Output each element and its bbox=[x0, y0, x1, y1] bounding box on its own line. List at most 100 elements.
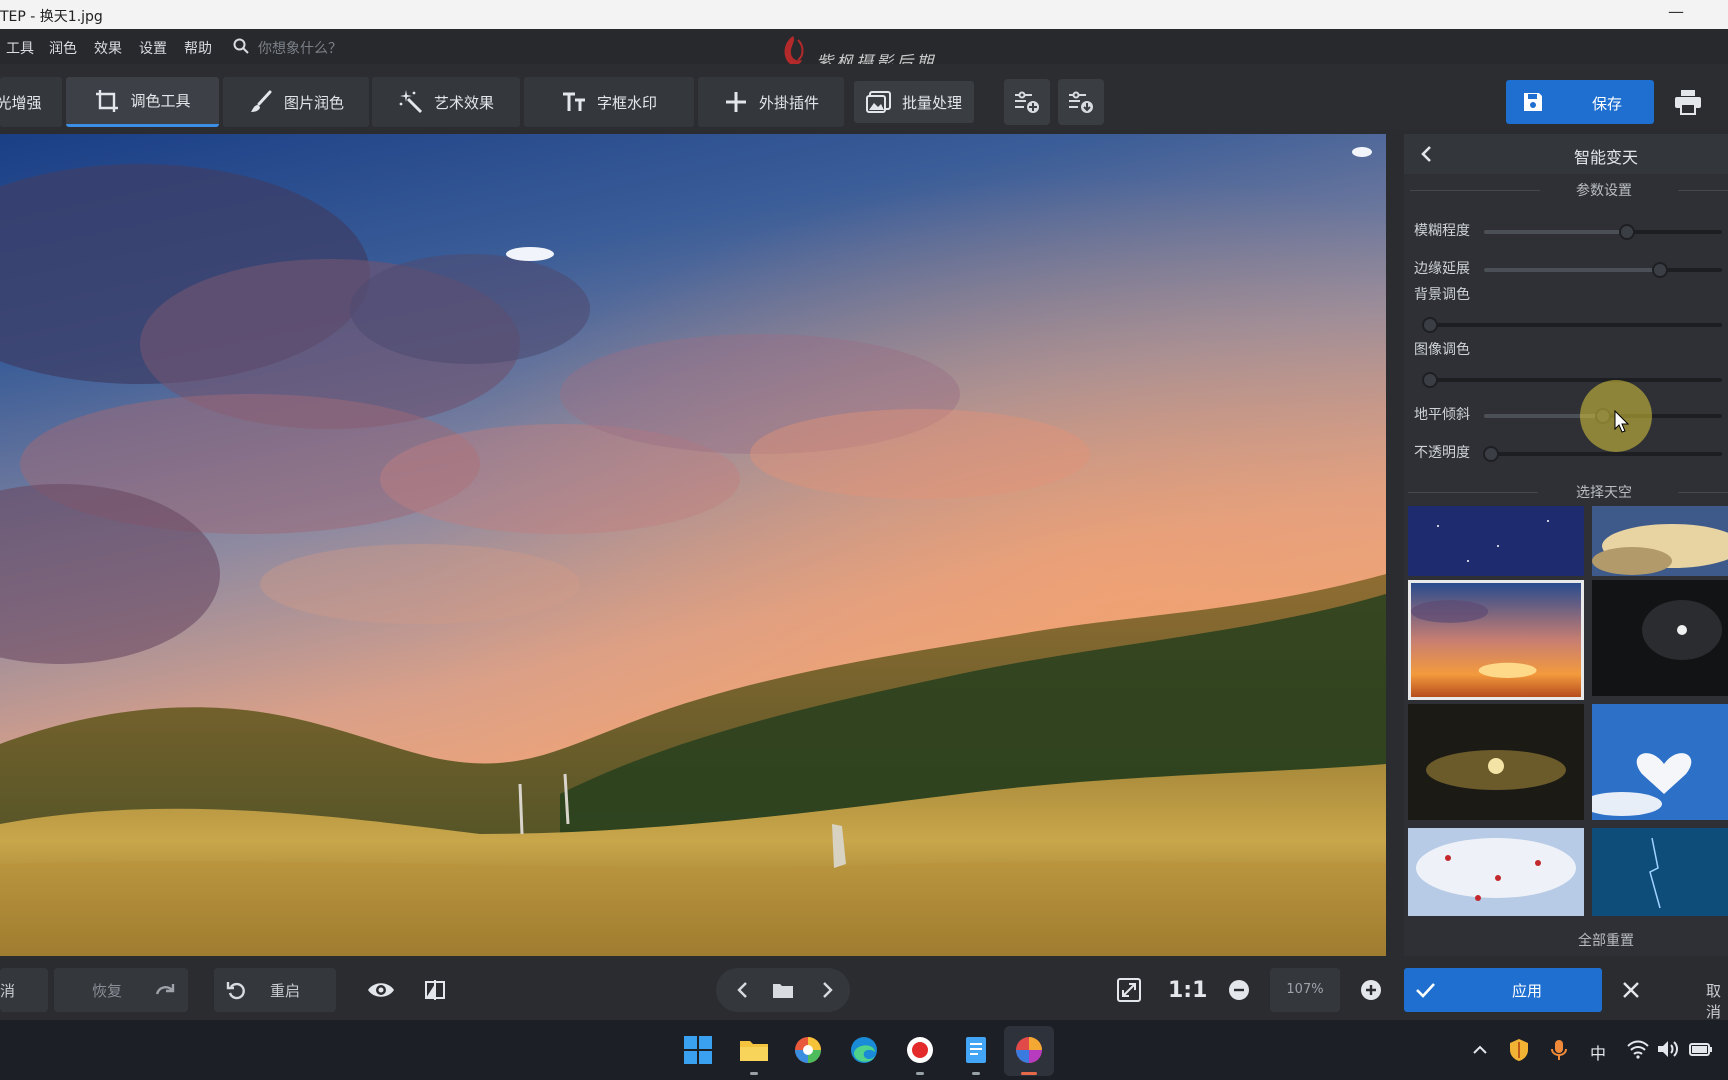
cancel-label: 取消 bbox=[1706, 982, 1722, 1021]
minimize-button[interactable]: — bbox=[1668, 2, 1684, 21]
windows-start-icon[interactable] bbox=[682, 1034, 714, 1066]
wifi-icon[interactable] bbox=[1626, 1038, 1650, 1060]
print-button[interactable] bbox=[1666, 82, 1710, 122]
fit-screen-button[interactable] bbox=[1114, 968, 1144, 1012]
sky-thumbnail-heart-cloud[interactable] bbox=[1592, 704, 1728, 820]
sky-thumbnail-lightning[interactable] bbox=[1592, 828, 1728, 916]
sky-thumbnail-starry[interactable] bbox=[1408, 506, 1584, 576]
brush-icon bbox=[250, 90, 272, 112]
slider-handle[interactable] bbox=[1422, 317, 1438, 333]
sky-thumbnail-sunset[interactable] bbox=[1408, 580, 1584, 700]
slider-label: 图像调色 bbox=[1414, 342, 1470, 358]
zoom-level-field[interactable]: 107% bbox=[1270, 968, 1340, 1012]
slider-handle[interactable] bbox=[1652, 262, 1669, 278]
plus-icon bbox=[725, 92, 746, 112]
screen-recorder-icon[interactable] bbox=[904, 1034, 936, 1066]
menu-tools[interactable]: 工具 bbox=[6, 38, 34, 58]
os-taskbar: 中 bbox=[0, 1020, 1728, 1080]
slider-label: 背景调色 bbox=[1414, 287, 1470, 303]
blur-slider[interactable] bbox=[1484, 224, 1722, 240]
preset-download-icon bbox=[1069, 91, 1093, 113]
preset-add-icon bbox=[1015, 91, 1039, 113]
volume-icon[interactable] bbox=[1656, 1038, 1680, 1060]
color-app-icon[interactable] bbox=[792, 1034, 824, 1066]
photo-canvas[interactable] bbox=[0, 134, 1386, 956]
image-tone-slider[interactable] bbox=[1422, 372, 1722, 388]
security-shield-icon[interactable] bbox=[1508, 1038, 1530, 1062]
edge-browser-icon[interactable] bbox=[848, 1034, 880, 1066]
tab-art-effects[interactable]: 艺术效果 bbox=[372, 77, 520, 127]
opacity-slider[interactable] bbox=[1483, 446, 1722, 462]
tab-batch[interactable]: 批量处理 bbox=[854, 81, 974, 123]
background-tone-slider[interactable] bbox=[1422, 317, 1722, 333]
floppy-disk-icon bbox=[1524, 93, 1542, 111]
undo-label: 消 bbox=[0, 982, 16, 1000]
landscape-photo bbox=[0, 134, 1386, 956]
main-toolbar: 光增强 调色工具 图片润色 艺术效果 字框水印 外掛插件 批量处理 保存 bbox=[0, 64, 1728, 130]
battery-icon[interactable] bbox=[1688, 1038, 1714, 1060]
ime-indicator[interactable]: 中 bbox=[1590, 1040, 1606, 1064]
images-icon bbox=[865, 91, 891, 113]
starry-sky-image bbox=[1408, 506, 1584, 576]
sky-thumbnail-balloons[interactable] bbox=[1408, 828, 1584, 916]
tab-plugins-label: 外掛插件 bbox=[758, 93, 819, 112]
chevron-up-icon[interactable] bbox=[1470, 1040, 1490, 1060]
slider-handle[interactable] bbox=[1483, 446, 1500, 462]
file-navigator bbox=[716, 968, 850, 1012]
redo-button[interactable]: 恢复 bbox=[54, 968, 188, 1012]
undo-button[interactable]: 消 bbox=[0, 968, 48, 1012]
compare-button[interactable] bbox=[420, 968, 452, 1012]
golden-moon-image bbox=[1408, 704, 1584, 820]
previous-image-icon[interactable] bbox=[732, 979, 754, 1001]
actual-size-button[interactable]: 1:1 bbox=[1168, 978, 1207, 1003]
next-image-icon[interactable] bbox=[816, 979, 838, 1001]
load-preset-button[interactable] bbox=[1058, 79, 1104, 125]
notepad-icon[interactable] bbox=[960, 1034, 992, 1066]
back-arrow-icon[interactable] bbox=[1418, 145, 1436, 163]
tab-retouch[interactable]: 图片润色 bbox=[223, 77, 369, 127]
menu-settings[interactable]: 设置 bbox=[139, 38, 167, 58]
photo-editor-app-icon[interactable] bbox=[1013, 1034, 1045, 1066]
apply-label: 应用 bbox=[1512, 982, 1543, 1000]
zoom-out-button[interactable] bbox=[1226, 968, 1252, 1012]
tab-plugins[interactable]: 外掛插件 bbox=[698, 77, 844, 127]
magic-wand-icon bbox=[399, 90, 423, 114]
file-explorer-icon[interactable] bbox=[738, 1034, 770, 1066]
heart-cloud-image bbox=[1592, 704, 1728, 820]
menu-help[interactable]: 帮助 bbox=[184, 38, 212, 58]
restart-button[interactable]: 重启 bbox=[214, 968, 336, 1012]
tab-color-tools[interactable]: 调色工具 bbox=[66, 77, 219, 127]
section-params-label: 参数设置 bbox=[1576, 183, 1632, 199]
eye-icon bbox=[368, 983, 394, 997]
tab-text-watermark-label: 字框水印 bbox=[596, 93, 657, 112]
restart-label: 重启 bbox=[270, 982, 301, 1000]
edge-extend-slider[interactable] bbox=[1484, 262, 1722, 278]
add-preset-button[interactable] bbox=[1004, 79, 1050, 125]
reset-all-link[interactable]: 全部重置 bbox=[1578, 930, 1634, 950]
slider-handle[interactable] bbox=[1422, 372, 1438, 388]
divider bbox=[1678, 492, 1728, 493]
folder-icon[interactable] bbox=[772, 979, 794, 1001]
sky-thumbnail-moon-night[interactable] bbox=[1592, 580, 1728, 696]
slider-handle[interactable] bbox=[1618, 224, 1635, 240]
sky-thumbnail-golden-moon[interactable] bbox=[1408, 704, 1584, 820]
menu-retouch[interactable]: 润色 bbox=[49, 38, 77, 58]
search-input[interactable]: 你想象什么？ bbox=[258, 38, 342, 58]
preview-toggle-button[interactable] bbox=[362, 968, 402, 1012]
tab-text-watermark[interactable]: 字框水印 bbox=[524, 77, 694, 127]
apply-button[interactable]: 应用 bbox=[1404, 968, 1602, 1012]
running-indicator bbox=[916, 1072, 924, 1075]
microphone-icon[interactable] bbox=[1548, 1038, 1570, 1062]
menu-effects[interactable]: 效果 bbox=[94, 38, 122, 58]
cancel-button[interactable]: 取消 bbox=[1610, 968, 1728, 1021]
zoom-in-button[interactable] bbox=[1358, 968, 1384, 1012]
sky-thumbnail-cumulus[interactable] bbox=[1592, 506, 1728, 576]
tab-color-tools-label: 调色工具 bbox=[130, 92, 191, 110]
mouse-pointer-icon bbox=[1614, 410, 1630, 433]
search-icon[interactable] bbox=[232, 37, 250, 55]
running-indicator bbox=[750, 1072, 758, 1075]
tab-enhance[interactable]: 光增强 bbox=[0, 77, 62, 127]
app-window: TEP - 换天1.jpg — 工具 润色 效果 设置 帮助 你想象什么？ 紫枫… bbox=[0, 0, 1728, 1080]
save-button[interactable]: 保存 bbox=[1506, 80, 1654, 124]
sunset-sky-image bbox=[1411, 583, 1581, 697]
